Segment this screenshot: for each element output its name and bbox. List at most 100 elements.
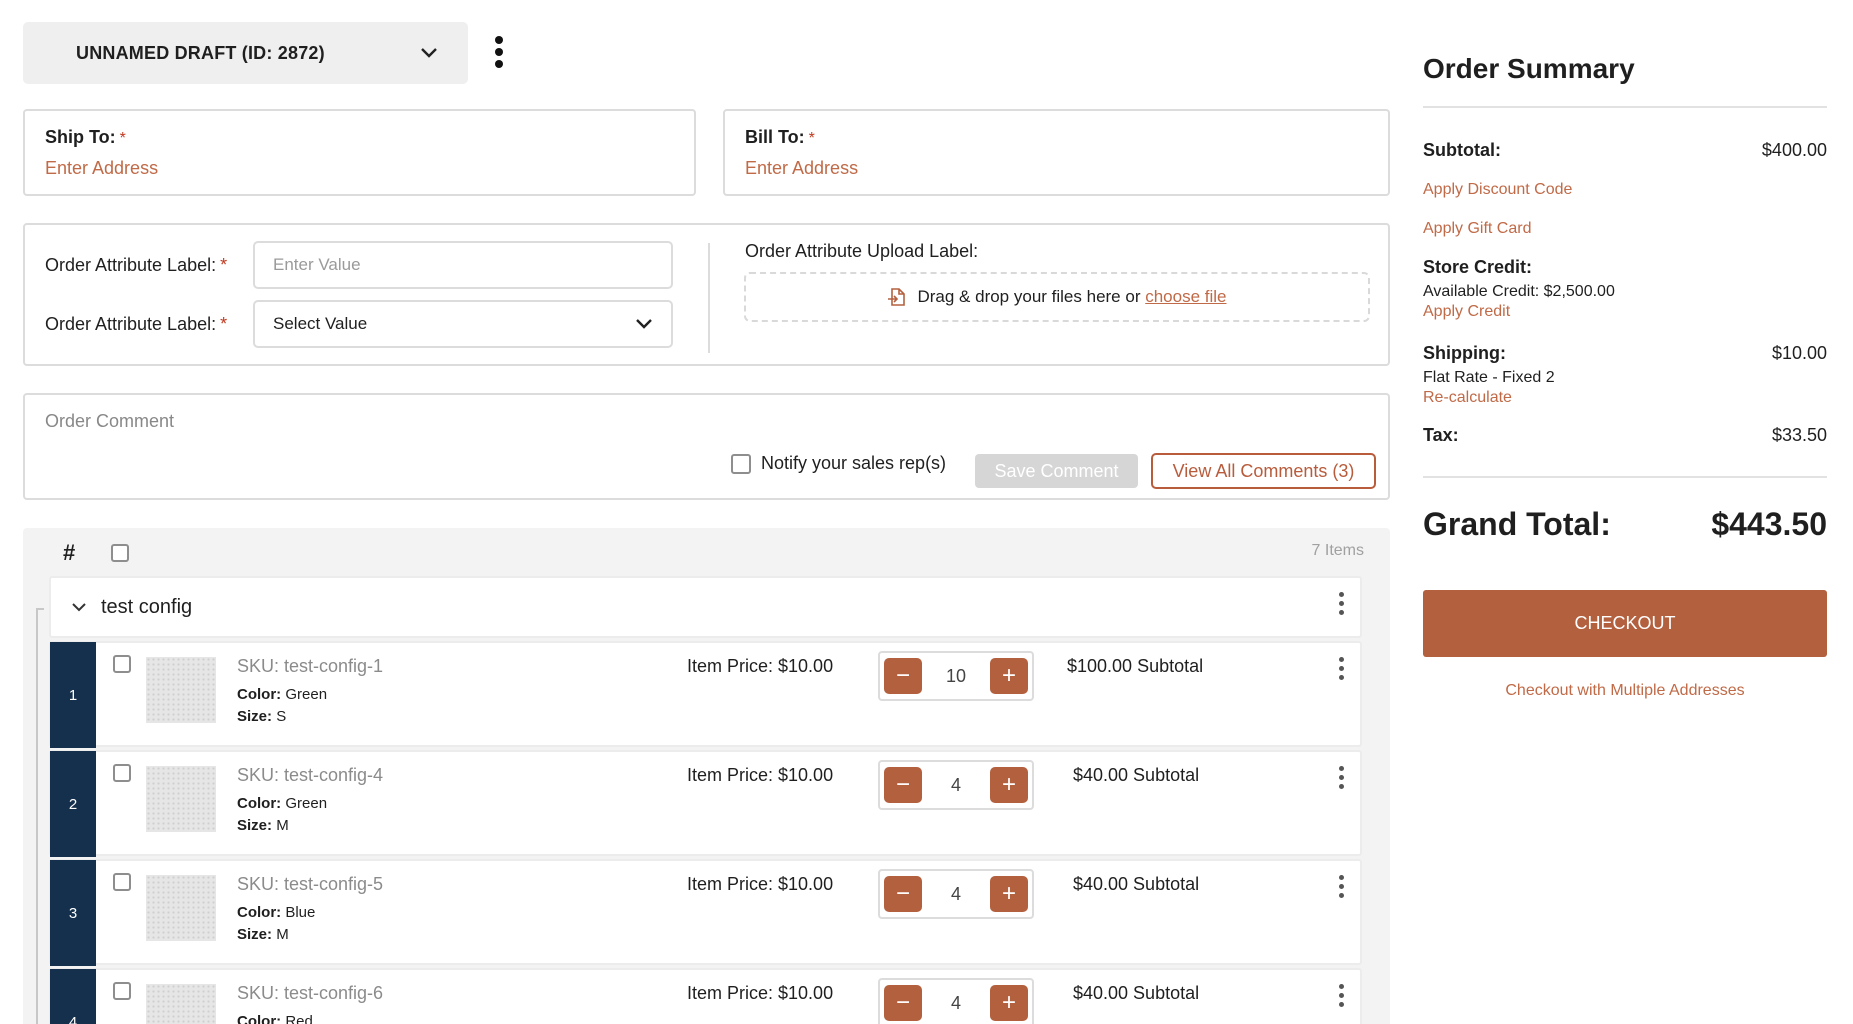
checkout-multiple-addresses-link[interactable]: Checkout with Multiple Addresses bbox=[1423, 682, 1827, 700]
draft-selector[interactable]: UNNAMED DRAFT (ID: 2872) bbox=[23, 22, 468, 84]
recalculate-link[interactable]: Re-calculate bbox=[1423, 389, 1512, 407]
row-number-header: # bbox=[63, 540, 76, 565]
store-credit-row: Store Credit: bbox=[1423, 257, 1827, 278]
item-color: Color: Red bbox=[237, 1013, 313, 1024]
item-sku: SKU: test-config-4 bbox=[237, 765, 384, 785]
select-all-checkbox[interactable] bbox=[111, 544, 129, 562]
tax-value: $33.50 bbox=[1771, 425, 1827, 445]
decrease-quantity-button[interactable]: − bbox=[884, 658, 922, 694]
chevron-down-icon[interactable] bbox=[71, 602, 87, 612]
row-checkbox[interactable] bbox=[113, 655, 131, 673]
draft-selector-label: UNNAMED DRAFT (ID: 2872) bbox=[76, 42, 325, 63]
ship-to-title: Ship To: bbox=[45, 127, 116, 147]
upload-label: Order Attribute Upload Label: bbox=[745, 241, 979, 261]
file-dropzone[interactable]: Drag & drop your files here or choose fi… bbox=[744, 272, 1370, 322]
item-price: Item Price: $10.00 bbox=[687, 874, 834, 894]
notify-checkbox[interactable] bbox=[731, 453, 751, 474]
select-value: Select Value bbox=[273, 314, 368, 333]
decrease-quantity-button[interactable]: − bbox=[884, 876, 922, 912]
required-marker: * bbox=[808, 130, 815, 147]
ship-to-card: Ship To: * Enter Address bbox=[23, 109, 696, 196]
tree-connector bbox=[36, 608, 44, 1024]
increase-quantity-button[interactable]: + bbox=[990, 658, 1028, 694]
attribute-row-1: Order Attribute Label: * Enter Value bbox=[45, 241, 673, 289]
decrease-quantity-button[interactable]: − bbox=[884, 985, 922, 1021]
quantity-input[interactable]: 4 bbox=[931, 993, 981, 1014]
row-checkbox[interactable] bbox=[113, 873, 131, 891]
items-count: 7 Items bbox=[1311, 542, 1364, 559]
order-attributes-card: Order Attribute Label: * Enter Value Orde… bbox=[23, 223, 1390, 366]
item-price: Item Price: $10.00 bbox=[687, 983, 834, 1003]
ship-to-enter-address-link[interactable]: Enter Address bbox=[45, 158, 674, 179]
product-thumbnail bbox=[146, 984, 216, 1024]
group-more-menu-icon[interactable] bbox=[1339, 592, 1344, 615]
quantity-input[interactable]: 10 bbox=[931, 666, 981, 687]
apply-discount-link[interactable]: Apply Discount Code bbox=[1423, 181, 1572, 199]
item-sku: SKU: test-config-1 bbox=[237, 656, 384, 676]
tax-label: Tax: bbox=[1423, 425, 1459, 445]
increase-quantity-button[interactable]: + bbox=[990, 985, 1028, 1021]
item-size: Size: S bbox=[237, 708, 287, 725]
chevron-down-icon bbox=[636, 319, 652, 329]
table-row: 2 SKU: test-config-4 Color: Green Size: … bbox=[49, 750, 1362, 857]
group-header[interactable]: test config bbox=[49, 576, 1362, 638]
subtotal-label: Subtotal: bbox=[1423, 140, 1501, 160]
table-row: 4 SKU: test-config-6 Color: Red Item Pri… bbox=[49, 968, 1362, 1024]
row-more-menu-icon[interactable] bbox=[1339, 875, 1344, 898]
product-thumbnail bbox=[146, 875, 216, 941]
attribute-value-input[interactable]: Enter Value bbox=[253, 241, 673, 289]
grand-total-value: $443.50 bbox=[1711, 506, 1827, 542]
apply-credit-link[interactable]: Apply Credit bbox=[1423, 303, 1510, 321]
row-more-menu-icon[interactable] bbox=[1339, 766, 1344, 789]
item-subtotal: $40.00 Subtotal bbox=[1073, 765, 1200, 785]
chevron-down-icon bbox=[421, 48, 437, 58]
increase-quantity-button[interactable]: + bbox=[990, 767, 1028, 803]
row-number: 1 bbox=[50, 642, 96, 748]
row-checkbox[interactable] bbox=[113, 764, 131, 782]
item-color: Color: Blue bbox=[237, 904, 316, 921]
item-size: Size: M bbox=[237, 817, 289, 834]
save-comment-button[interactable]: Save Comment bbox=[975, 454, 1138, 488]
table-row: 1 SKU: test-config-1 Color: Green Size: … bbox=[49, 641, 1362, 748]
shipping-method: Flat Rate - Fixed 2 bbox=[1423, 369, 1555, 386]
divider bbox=[708, 243, 710, 353]
draft-more-menu-icon[interactable] bbox=[488, 32, 510, 72]
decrease-quantity-button[interactable]: − bbox=[884, 767, 922, 803]
item-sku: SKU: test-config-6 bbox=[237, 983, 384, 1003]
row-number: 3 bbox=[50, 860, 96, 966]
view-all-comments-button[interactable]: View All Comments (3) bbox=[1151, 453, 1376, 489]
item-color: Color: Green bbox=[237, 686, 328, 703]
order-comment-input[interactable]: Order Comment bbox=[45, 411, 174, 432]
row-more-menu-icon[interactable] bbox=[1339, 984, 1344, 1007]
choose-file-link[interactable]: choose file bbox=[1145, 287, 1226, 306]
checkout-button[interactable]: CHECKOUT bbox=[1423, 590, 1827, 657]
quantity-input[interactable]: 4 bbox=[931, 884, 981, 905]
group-name: test config bbox=[101, 595, 193, 618]
quantity-input[interactable]: 4 bbox=[931, 775, 981, 796]
row-number: 2 bbox=[50, 751, 96, 857]
store-credit-label: Store Credit: bbox=[1423, 257, 1533, 277]
apply-gift-card-link[interactable]: Apply Gift Card bbox=[1423, 220, 1531, 238]
quantity-stepper: − 4 + bbox=[878, 869, 1034, 919]
product-thumbnail bbox=[146, 766, 216, 832]
subtotal-row: Subtotal: $400.00 bbox=[1423, 140, 1827, 161]
item-price: Item Price: $10.00 bbox=[687, 656, 834, 676]
notify-sales-rep[interactable]: Notify your sales rep(s) bbox=[731, 453, 946, 474]
items-panel: # 7 Items test config 1 SKU: test-config… bbox=[23, 528, 1390, 1024]
row-more-menu-icon[interactable] bbox=[1339, 657, 1344, 680]
attribute-value-select[interactable]: Select Value bbox=[253, 300, 673, 348]
attribute-row-2: Order Attribute Label: * Select Value bbox=[45, 300, 673, 348]
bill-to-enter-address-link[interactable]: Enter Address bbox=[745, 158, 1368, 179]
item-subtotal: $40.00 Subtotal bbox=[1073, 874, 1200, 894]
item-color: Color: Green bbox=[237, 795, 328, 812]
notify-label: Notify your sales rep(s) bbox=[761, 453, 947, 473]
required-marker: * bbox=[119, 130, 126, 147]
increase-quantity-button[interactable]: + bbox=[990, 876, 1028, 912]
quantity-stepper: − 4 + bbox=[878, 760, 1034, 810]
shipping-row: Shipping: $10.00 bbox=[1423, 343, 1827, 364]
available-credit: Available Credit: $2,500.00 bbox=[1423, 283, 1615, 300]
row-checkbox[interactable] bbox=[113, 982, 131, 1000]
order-comment-card[interactable]: Order Comment Notify your sales rep(s) S… bbox=[23, 393, 1390, 500]
bill-to-title: Bill To: bbox=[745, 127, 805, 147]
subtotal-value: $400.00 bbox=[1761, 140, 1827, 160]
